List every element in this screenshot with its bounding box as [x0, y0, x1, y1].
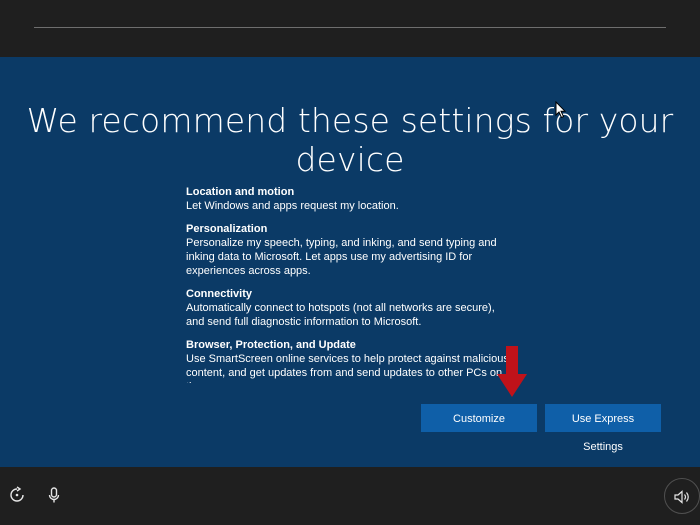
volume-button[interactable] [664, 478, 700, 514]
customize-button[interactable]: Customize [421, 404, 537, 432]
page-title: We recommend these settings for your dev… [26, 101, 674, 179]
red-down-arrow-icon [497, 346, 527, 397]
setting-title: Browser, Protection, and Update [186, 339, 356, 351]
setting-connectivity: Connectivity Automatically connect to ho… [186, 287, 514, 329]
settings-list[interactable]: Location and motion Let Windows and apps… [186, 185, 514, 383]
mouse-cursor-icon [555, 101, 567, 119]
setting-title: Personalization [186, 223, 268, 235]
setting-location: Location and motion Let Windows and apps… [186, 185, 514, 213]
setting-description: Use SmartScreen online services to help … [186, 353, 509, 383]
bottom-bar [0, 467, 700, 525]
setting-description: Personalize my speech, typing, and inkin… [186, 237, 497, 277]
microphone-icon[interactable] [45, 486, 63, 504]
ease-of-access-icon[interactable] [8, 486, 26, 504]
setting-description: Let Windows and apps request my location… [186, 200, 399, 212]
volume-icon [674, 490, 689, 504]
express-settings-button[interactable]: Use Express Settings [545, 404, 661, 453]
setting-title: Connectivity [186, 288, 253, 300]
setting-description: Automatically connect to hotspots (not a… [186, 302, 495, 328]
progress-divider [34, 27, 666, 28]
setting-title: Location and motion [186, 186, 295, 198]
setting-personalization: Personalization Personalize my speech, t… [186, 222, 514, 278]
setting-browser-protection: Browser, Protection, and Update Use Smar… [186, 338, 514, 383]
top-bar [0, 0, 700, 57]
settings-panel: We recommend these settings for your dev… [0, 57, 700, 467]
